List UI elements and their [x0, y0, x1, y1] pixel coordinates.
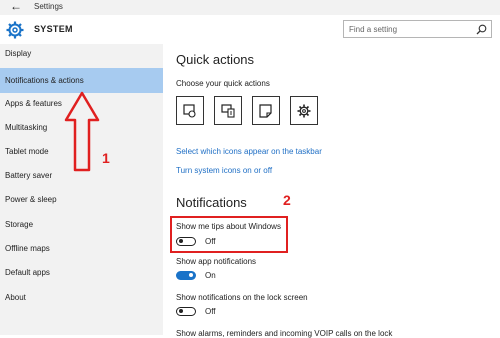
alarms-label: Show alarms, reminders and incoming VOIP… [176, 329, 393, 338]
sidebar: Display Notifications & actions Apps & f… [0, 44, 163, 335]
lock-screen-label: Show notifications on the lock screen [176, 293, 308, 302]
search-icon[interactable] [476, 24, 487, 35]
search-placeholder: Find a setting [349, 25, 398, 34]
window-title: Settings [34, 2, 63, 11]
connect-icon [221, 104, 235, 118]
app-notifications-state: On [205, 271, 216, 280]
annotation-arrow-icon [64, 91, 100, 172]
sidebar-item-power-sleep[interactable]: Power & sleep [0, 190, 163, 210]
annotation-label-2: 2 [283, 192, 291, 208]
quick-action-connect[interactable] [214, 96, 242, 125]
toggle-knob [179, 239, 183, 243]
quick-action-tablet-mode[interactable] [176, 96, 204, 125]
toggle-knob [179, 309, 183, 313]
note-icon [259, 104, 272, 118]
sidebar-item-display[interactable]: Display [0, 44, 163, 64]
quick-actions-title: Quick actions [176, 52, 255, 67]
quick-actions-subtitle: Choose your quick actions [176, 79, 270, 88]
sidebar-item-storage[interactable]: Storage [0, 215, 163, 235]
quick-action-note[interactable] [252, 96, 280, 125]
system-gear-icon [6, 21, 24, 39]
app-notifications-toggle[interactable] [176, 271, 196, 280]
header: SYSTEM Find a setting [0, 15, 500, 44]
annotation-label-1: 1 [102, 150, 110, 166]
link-taskbar-icons[interactable]: Select which icons appear on the taskbar [176, 147, 322, 156]
back-arrow-icon[interactable]: ← [10, 0, 22, 13]
search-input[interactable]: Find a setting [343, 20, 492, 38]
app-notifications-label: Show app notifications [176, 257, 257, 266]
sidebar-item-default-apps[interactable]: Default apps [0, 263, 163, 283]
lock-screen-state: Off [205, 307, 216, 316]
notifications-title: Notifications [176, 195, 247, 210]
link-system-icons[interactable]: Turn system icons on or off [176, 166, 272, 175]
title-bar: ← Settings [0, 0, 500, 16]
section-title: SYSTEM [34, 24, 73, 34]
sidebar-item-offline-maps[interactable]: Offline maps [0, 239, 163, 259]
sidebar-item-about[interactable]: About [0, 288, 163, 308]
tablet-mode-icon [183, 104, 196, 118]
lock-screen-toggle[interactable] [176, 307, 196, 316]
tips-toggle[interactable] [176, 237, 196, 246]
tips-label: Show me tips about Windows [176, 222, 281, 231]
quick-action-settings[interactable] [290, 96, 318, 125]
toggle-knob [189, 273, 193, 277]
settings-gear-icon [297, 104, 311, 118]
tips-state: Off [205, 237, 216, 246]
